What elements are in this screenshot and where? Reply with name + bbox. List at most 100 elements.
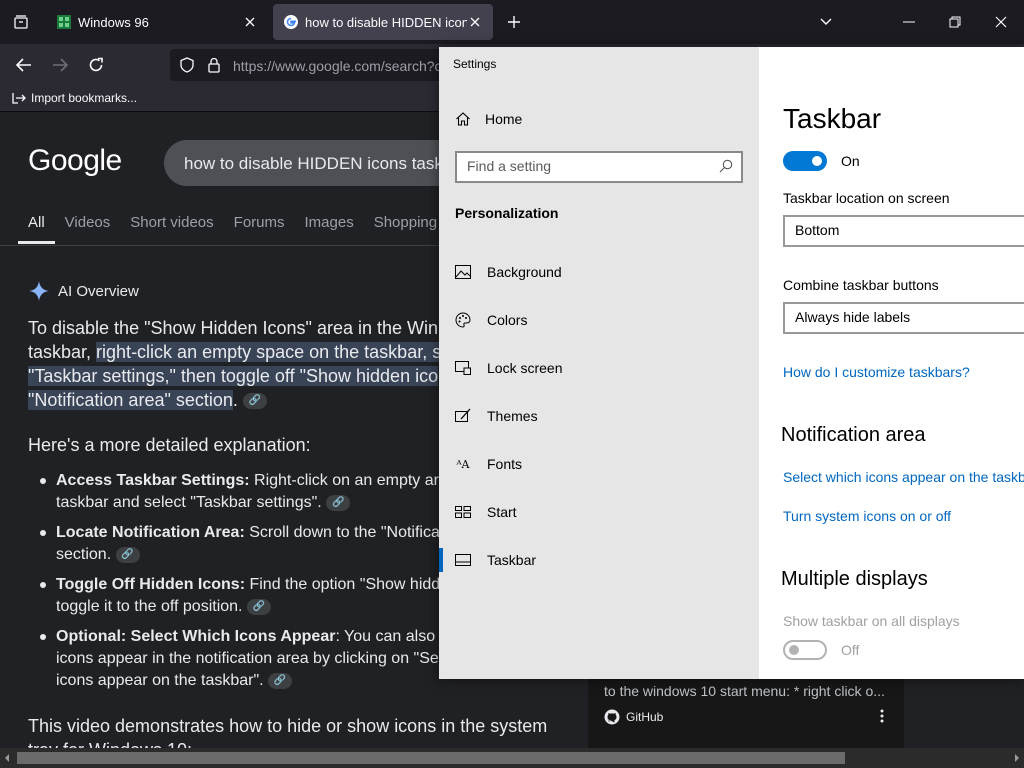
tab-all[interactable]: All (18, 214, 55, 244)
source-snippet: to the windows 10 start menu: * right cl… (604, 683, 885, 699)
shield-icon[interactable] (179, 57, 195, 73)
themes-icon (455, 408, 471, 424)
highlighted-text: "Notification area" section (28, 390, 233, 410)
sidebar-item-fonts[interactable]: ᴬA Fonts (439, 444, 759, 484)
back-button[interactable] (9, 50, 39, 80)
google-logo[interactable]: Google (28, 144, 122, 178)
tab-title: Windows 96 (78, 14, 149, 30)
source-link-icon[interactable]: 🔗 (242, 393, 267, 410)
sidebar-item-colors[interactable]: Colors (439, 300, 759, 340)
taskbar-icon (455, 552, 471, 568)
sidebar-item-themes[interactable]: Themes (439, 396, 759, 436)
taskbar-lock-toggle-row: On (783, 151, 860, 171)
restore-button[interactable] (932, 0, 978, 44)
forward-button[interactable] (45, 50, 75, 80)
ai-overview-label: AI Overview (58, 282, 139, 300)
show-all-displays-label: Show taskbar on all displays (783, 613, 960, 629)
bullet-text: taskbar and select "Taskbar settings". (56, 494, 322, 511)
ai-overview-summary: To disable the "Show Hidden Icons" area … (28, 316, 448, 412)
scroll-left-icon[interactable] (4, 754, 10, 762)
tab-list-icon (14, 15, 28, 29)
list-item: Locate Notification Area: Scroll down to… (28, 522, 448, 566)
sidebar-item-lock-screen[interactable]: Lock screen (439, 348, 759, 388)
bullet-title: Toggle Off Hidden Icons: (56, 576, 246, 593)
tab-windows-96[interactable]: Windows 96 (46, 4, 268, 40)
bullet-text: icons appear in the notification area by… (56, 650, 439, 667)
taskbar-location-select[interactable]: Bottom (783, 215, 1024, 247)
close-icon (995, 16, 1007, 28)
bullet-text: Right-click on an empty ar (249, 472, 439, 489)
github-icon (604, 709, 620, 725)
list-all-tabs-button[interactable] (803, 0, 849, 44)
close-tab-icon[interactable] (467, 14, 483, 30)
toggle-knob (789, 645, 799, 655)
tab-forums[interactable]: Forums (224, 214, 295, 244)
home-label: Home (485, 111, 523, 127)
source-link-icon[interactable]: 🔗 (326, 494, 351, 511)
select-icons-link[interactable]: Select which icons appear on the taskba (783, 469, 1024, 485)
combine-label: Combine taskbar buttons (783, 277, 939, 293)
ai-overview-subheading: Here's a more detailed explanation: (28, 435, 311, 455)
bullet-text: : You can also (335, 628, 436, 645)
summary-text: taskbar, (28, 342, 97, 362)
scrollbar-thumb[interactable] (17, 752, 845, 764)
minimize-button[interactable] (886, 0, 932, 44)
chevron-down-icon (820, 18, 832, 25)
system-icons-link[interactable]: Turn system icons on or off (783, 508, 951, 524)
tab-shopping[interactable]: Shopping (364, 214, 447, 244)
toggle-knob (812, 156, 822, 166)
search-icon (719, 159, 733, 173)
forward-arrow-icon (53, 58, 68, 72)
summary-line: taskbar, right-click an empty space on t… (28, 340, 448, 364)
customize-taskbars-link[interactable]: How do I customize taskbars? (783, 364, 970, 380)
sidebar-item-taskbar[interactable]: Taskbar (439, 540, 759, 580)
find-setting-input[interactable]: Find a setting (455, 151, 743, 183)
sidebar-item-background[interactable]: Background (439, 252, 759, 292)
restore-icon (949, 16, 961, 28)
reload-button[interactable] (81, 50, 111, 80)
close-window-button[interactable] (978, 0, 1024, 44)
sidebar-item-label: Colors (487, 312, 528, 328)
source-link-icon[interactable]: 🔗 (115, 546, 140, 563)
sidebar-item-label: Lock screen (487, 360, 563, 376)
bullet-text: section. (56, 546, 112, 563)
show-all-displays-toggle[interactable] (783, 640, 827, 660)
import-icon (12, 93, 26, 104)
plus-icon (508, 16, 520, 28)
tab-videos[interactable]: Videos (55, 214, 121, 244)
source-link-icon[interactable]: 🔗 (246, 598, 271, 615)
list-item: Optional: Select Which Icons Appear: You… (28, 626, 448, 692)
show-all-displays-toggle-row: Off (783, 640, 859, 660)
home-nav-item[interactable]: Home (455, 111, 522, 127)
combine-buttons-select[interactable]: Always hide labels (783, 302, 1024, 334)
ai-overview-bullets: Access Taskbar Settings: Right-click on … (28, 470, 448, 700)
picture-icon (455, 264, 471, 280)
horizontal-scrollbar[interactable] (0, 748, 1024, 768)
tab-images[interactable]: Images (295, 214, 364, 244)
import-bookmarks-button[interactable]: Import bookmarks... (12, 91, 137, 105)
more-options-icon[interactable] (880, 709, 884, 728)
sidebar-item-start[interactable]: Start (439, 492, 759, 532)
new-tab-button[interactable] (500, 8, 528, 36)
google-search-tabs: All Videos Short videos Forums Images Sh… (18, 214, 447, 244)
highlighted-text: right-click an empty space on the taskba… (96, 342, 442, 362)
tab-google-search[interactable]: how to disable HIDDEN icons t (273, 4, 493, 40)
lock-icon[interactable] (207, 57, 221, 73)
close-tab-icon[interactable] (242, 14, 258, 30)
list-item: Toggle Off Hidden Icons: Find the option… (28, 574, 448, 618)
tab-overview-button[interactable] (0, 0, 42, 44)
source-link-icon[interactable]: 🔗 (268, 672, 293, 689)
scroll-right-icon[interactable] (1014, 754, 1020, 762)
fonts-icon: ᴬA (456, 457, 470, 471)
tab-short-videos[interactable]: Short videos (120, 214, 223, 244)
github-source-card[interactable]: to the windows 10 start menu: * right cl… (588, 679, 904, 749)
video-intro-line: This video demonstrates how to hide or s… (28, 716, 548, 736)
sidebar-item-label: Taskbar (487, 552, 537, 568)
sidebar-item-label: Background (487, 264, 562, 280)
bullet-text: toggle it to the off position. (56, 598, 243, 615)
tab-title: how to disable HIDDEN icons t (305, 14, 467, 30)
lock-taskbar-toggle[interactable] (783, 151, 827, 171)
bullet-text: Find the option "Show hidd (245, 576, 441, 593)
bullet-text: icons appear on the taskbar". (56, 672, 264, 689)
section-heading: Personalization (455, 205, 559, 221)
